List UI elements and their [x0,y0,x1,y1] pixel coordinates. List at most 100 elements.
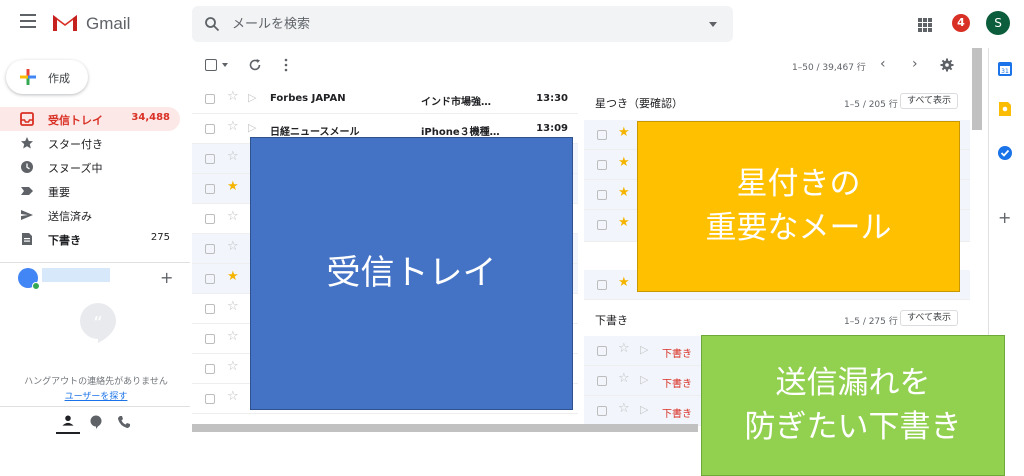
prev-page-button[interactable]: ‹ [880,56,886,72]
clock-icon [21,161,33,173]
star-toggle-icon[interactable]: ☆ [618,342,630,355]
hangouts-tab-icon[interactable] [84,410,108,434]
refresh-icon[interactable] [248,58,262,72]
row-checkbox[interactable] [205,334,215,344]
drafts-section-range: 1–5 / 275 行 [844,317,898,327]
star-toggle-icon[interactable]: ☆ [227,360,239,373]
star-icon [21,137,33,149]
row-sender: 日経ニュースメール [270,127,360,138]
row-checkbox[interactable] [597,406,607,416]
star-toggle-icon[interactable]: ★ [618,186,630,199]
row-checkbox[interactable] [205,214,215,224]
row-subject: インド市場強… [421,97,491,108]
row-checkbox[interactable] [205,154,215,164]
main-menu-icon[interactable] [20,14,36,28]
sidebar-item-starred[interactable]: スター付き [0,131,180,155]
starred-show-all-button[interactable]: すべて表示 [900,93,958,109]
compose-label: 作成 [48,72,70,85]
search-options-icon[interactable] [709,22,717,27]
gmail-logo-icon[interactable] [52,12,78,32]
row-checkbox[interactable] [205,304,215,314]
compose-button[interactable]: 作成 [6,60,88,94]
search-bar[interactable] [192,6,733,42]
row-checkbox[interactable] [597,160,607,170]
sidebar-item-drafts[interactable]: 下書き 275 [0,227,180,251]
star-toggle-icon[interactable]: ★ [618,156,630,169]
important-marker-icon[interactable]: ▷ [640,374,648,385]
star-toggle-icon[interactable]: ☆ [227,210,239,223]
hangouts-user-name-redacted [42,268,110,282]
row-checkbox[interactable] [597,346,607,356]
sidebar-item-snoozed[interactable]: スヌーズ中 [0,155,180,179]
contacts-tab-icon[interactable] [56,410,80,434]
row-sender: Forbes JAPAN [270,93,346,104]
star-toggle-icon[interactable]: ★ [618,126,630,139]
row-checkbox[interactable] [205,124,215,134]
starred-annotation: 星付きの 重要なメール [637,121,960,292]
top-bar: Gmail 4 S [0,0,1024,48]
row-checkbox[interactable] [597,280,607,290]
select-all-checkbox[interactable] [205,59,217,71]
row-checkbox[interactable] [597,220,607,230]
horizontal-scrollbar[interactable] [192,424,698,432]
row-checkbox[interactable] [597,190,607,200]
star-toggle-icon[interactable]: ☆ [227,240,239,253]
star-toggle-icon[interactable]: ☆ [618,372,630,385]
account-avatar[interactable]: S [986,11,1010,35]
star-toggle-icon[interactable]: ☆ [227,150,239,163]
row-checkbox[interactable] [205,94,215,104]
draft-label: 下書き [662,379,692,390]
important-icon [21,187,33,195]
row-checkbox[interactable] [205,244,215,254]
inbox-annotation: 受信トレイ [250,137,573,410]
row-checkbox[interactable] [597,130,607,140]
star-toggle-icon[interactable]: ☆ [227,90,239,103]
add-contact-icon[interactable]: + [160,268,173,287]
sidebar-item-important[interactable]: 重要 [0,179,180,203]
drafts-section-title: 下書き [595,314,628,327]
important-marker-icon[interactable]: ▷ [248,122,256,133]
gear-icon[interactable] [940,58,954,72]
important-marker-icon[interactable]: ▷ [640,344,648,355]
star-toggle-icon[interactable]: ★ [618,276,630,289]
keep-icon[interactable] [996,100,1014,118]
important-marker-icon[interactable]: ▷ [248,92,256,103]
next-page-button[interactable]: › [912,56,918,72]
row-checkbox[interactable] [205,364,215,374]
sidebar-item-inbox[interactable]: 受信トレイ 34,488 [0,107,180,131]
row-time: 13:09 [536,123,568,134]
star-toggle-icon[interactable]: ★ [618,216,630,229]
star-toggle-icon[interactable]: ☆ [227,300,239,313]
draft-label: 下書き [662,409,692,420]
draft-icon [22,233,32,245]
star-toggle-icon[interactable]: ☆ [227,390,239,403]
star-toggle-icon[interactable]: ☆ [227,330,239,343]
more-options-icon[interactable] [282,58,290,72]
search-icon[interactable] [204,16,220,32]
tasks-icon[interactable] [996,144,1014,162]
find-users-link[interactable]: ユーザーを探す [10,389,182,402]
hangouts-tabs-divider [0,406,190,407]
row-time: 13:30 [536,93,568,104]
drafts-show-all-button[interactable]: すべて表示 [900,310,958,326]
search-input[interactable] [232,14,672,34]
calendar-icon[interactable]: 31 [996,60,1014,78]
starred-section-title: 星つき（要確認） [595,97,683,110]
sidebar-item-sent[interactable]: 送信済み [0,203,180,227]
select-options-icon[interactable] [222,63,228,67]
notification-badge[interactable]: 4 [952,14,970,32]
star-toggle-icon[interactable]: ★ [227,270,239,283]
important-marker-icon[interactable]: ▷ [640,404,648,415]
row-checkbox[interactable] [205,394,215,404]
apps-grid-icon[interactable] [918,18,932,32]
add-addon-icon[interactable]: + [998,208,1011,227]
star-toggle-icon[interactable]: ☆ [618,402,630,415]
row-checkbox[interactable] [205,274,215,284]
phone-tab-icon[interactable] [112,410,136,434]
row-checkbox[interactable] [597,376,607,386]
star-toggle-icon[interactable]: ★ [227,180,239,193]
row-checkbox[interactable] [205,184,215,194]
vertical-scrollbar[interactable] [972,48,982,130]
table-row[interactable]: ☆ ▷ Forbes JAPAN インド市場強… 13:30 [192,84,578,114]
star-toggle-icon[interactable]: ☆ [227,120,239,133]
